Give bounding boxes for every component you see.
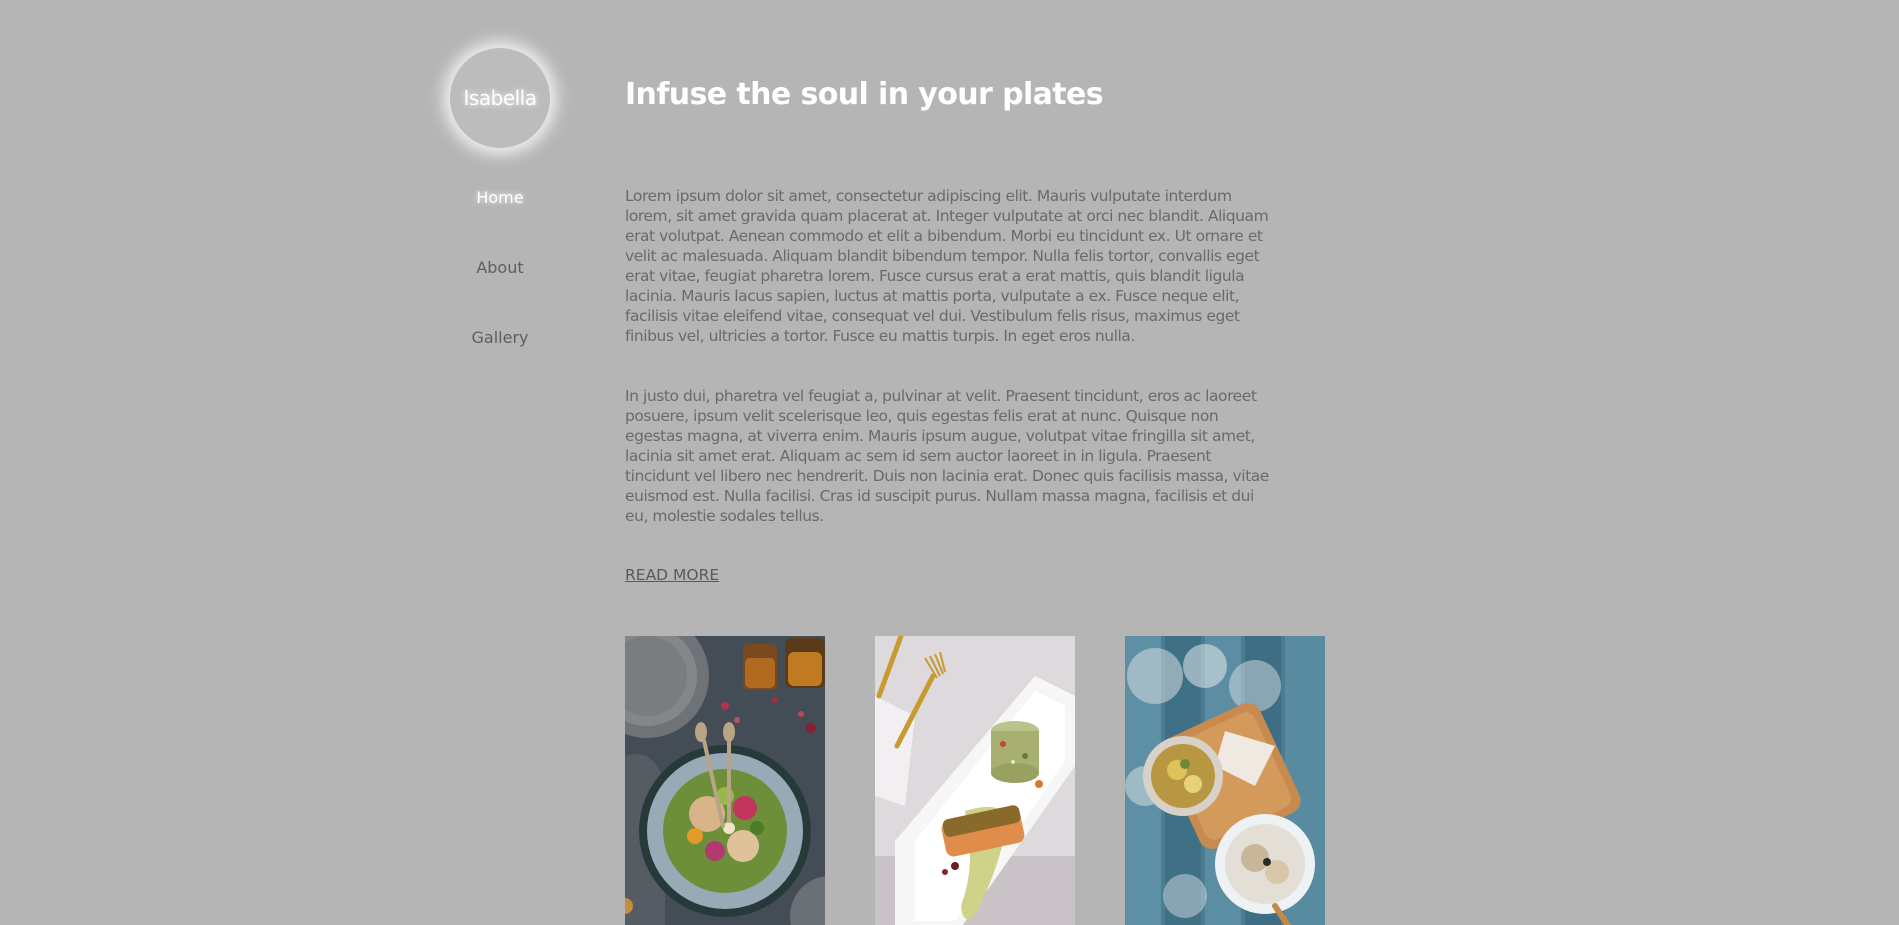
soup-bowls-photo[interactable] — [1125, 636, 1325, 925]
logo-text: Isabella — [463, 86, 537, 110]
nav-item-home[interactable]: Home — [476, 186, 523, 210]
photo-gallery — [625, 636, 1325, 925]
intro-paragraph: Lorem ipsum dolor sit amet, consectetur … — [625, 187, 1269, 345]
page: Isabella Home About Gallery Infuse the s… — [0, 0, 1899, 925]
second-paragraph: In justo dui, pharetra vel feugiat a, pu… — [625, 387, 1269, 525]
sidebar: Isabella Home About Gallery — [448, 48, 552, 396]
page-title: Infuse the soul in your plates — [625, 77, 1104, 112]
nav-item-gallery[interactable]: Gallery — [472, 326, 529, 350]
salmon-plate-photo[interactable] — [875, 636, 1075, 925]
main-nav: Home About Gallery — [472, 186, 529, 396]
read-more-link[interactable]: READ MORE — [625, 566, 719, 584]
main-content: Infuse the soul in your plates Lorem ips… — [625, 72, 1325, 584]
logo[interactable]: Isabella — [450, 48, 550, 148]
nav-item-about[interactable]: About — [476, 256, 523, 280]
salad-bowl-photo[interactable] — [625, 636, 825, 925]
